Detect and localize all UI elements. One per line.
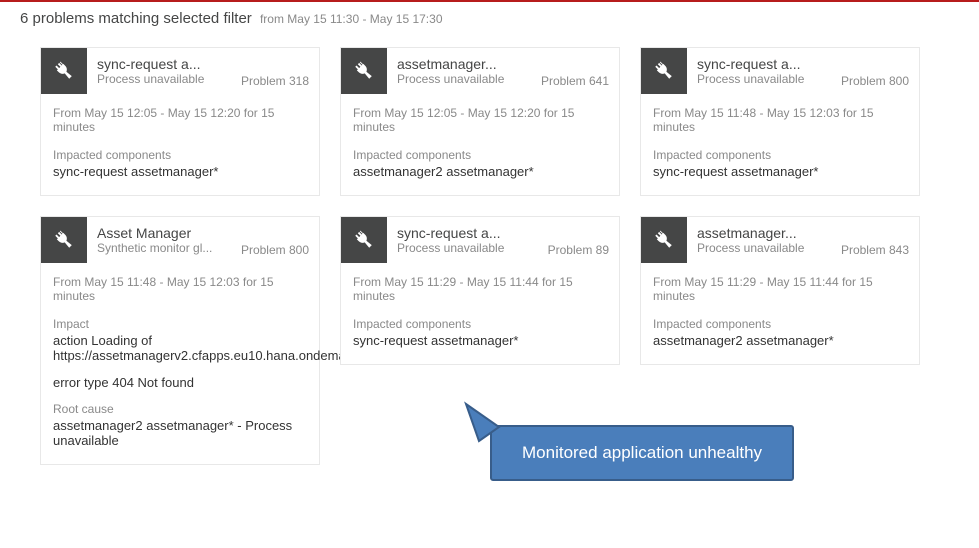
- section-value: error type 404 Not found: [53, 375, 307, 390]
- problem-card[interactable]: sync-request a... Process unavailable Pr…: [40, 47, 320, 196]
- card-body: From May 15 11:29 - May 15 11:44 for 15 …: [641, 263, 919, 364]
- card-header: sync-request a... Process unavailable Pr…: [341, 217, 619, 263]
- problem-number: Problem 800: [841, 74, 909, 88]
- problem-title: sync-request a...: [397, 225, 609, 241]
- plug-icon: [353, 229, 375, 251]
- plug-icon: [653, 229, 675, 251]
- header-timerange: from May 15 11:30 - May 15 17:30: [260, 12, 443, 26]
- section-value: assetmanager2 assetmanager*: [353, 164, 607, 179]
- problem-timerange: From May 15 11:29 - May 15 11:44 for 15 …: [353, 275, 607, 303]
- plug-icon: [53, 60, 75, 82]
- problem-card[interactable]: assetmanager... Process unavailable Prob…: [640, 216, 920, 365]
- section-value: action Loading of https://assetmanagerv2…: [53, 333, 307, 363]
- card-header-text: sync-request a... Process unavailable Pr…: [687, 48, 919, 94]
- card-header: assetmanager... Process unavailable Prob…: [341, 48, 619, 94]
- callout-text: Monitored application unhealthy: [522, 443, 762, 462]
- problem-title: assetmanager...: [397, 56, 609, 72]
- card-header-text: sync-request a... Process unavailable Pr…: [87, 48, 319, 94]
- problem-number: Problem 843: [841, 243, 909, 257]
- problem-timerange: From May 15 11:48 - May 15 12:03 for 15 …: [653, 106, 907, 134]
- section-label: Root cause: [53, 402, 307, 416]
- card-icon-box: [41, 217, 87, 263]
- problem-card[interactable]: sync-request a... Process unavailable Pr…: [640, 47, 920, 196]
- problem-number: Problem 89: [548, 243, 609, 257]
- card-icon-box: [41, 48, 87, 94]
- problem-timerange: From May 15 11:29 - May 15 11:44 for 15 …: [653, 275, 907, 303]
- card-body: From May 15 11:29 - May 15 11:44 for 15 …: [341, 263, 619, 364]
- problem-card[interactable]: assetmanager... Process unavailable Prob…: [340, 47, 620, 196]
- section-value: sync-request assetmanager*: [653, 164, 907, 179]
- section-label: Impacted components: [353, 317, 607, 331]
- problem-number: Problem 318: [241, 74, 309, 88]
- card-body: From May 15 11:48 - May 15 12:03 for 15 …: [641, 94, 919, 195]
- plug-icon: [653, 60, 675, 82]
- card-header-text: assetmanager... Process unavailable Prob…: [687, 217, 919, 263]
- problem-title: sync-request a...: [97, 56, 309, 72]
- section-value: assetmanager2 assetmanager* - Process un…: [53, 418, 307, 448]
- plug-icon: [53, 229, 75, 251]
- problem-number: Problem 800: [241, 243, 309, 257]
- card-header: assetmanager... Process unavailable Prob…: [641, 217, 919, 263]
- problem-number: Problem 641: [541, 74, 609, 88]
- section-value: assetmanager2 assetmanager*: [653, 333, 907, 348]
- card-header: sync-request a... Process unavailable Pr…: [41, 48, 319, 94]
- problem-card[interactable]: Asset Manager Synthetic monitor gl... Pr…: [40, 216, 320, 465]
- page-header: 6 problems matching selected filter from…: [0, 2, 979, 27]
- card-header-text: sync-request a... Process unavailable Pr…: [387, 217, 619, 263]
- card-header-text: assetmanager... Process unavailable Prob…: [387, 48, 619, 94]
- section-label: Impacted components: [653, 317, 907, 331]
- card-header: Asset Manager Synthetic monitor gl... Pr…: [41, 217, 319, 263]
- card-body: From May 15 12:05 - May 15 12:20 for 15 …: [341, 94, 619, 195]
- section-label: Impacted components: [53, 148, 307, 162]
- problem-title: sync-request a...: [697, 56, 909, 72]
- plug-icon: [353, 60, 375, 82]
- card-body: From May 15 12:05 - May 15 12:20 for 15 …: [41, 94, 319, 195]
- card-icon-box: [641, 217, 687, 263]
- problem-title: assetmanager...: [697, 225, 909, 241]
- card-icon-box: [641, 48, 687, 94]
- card-header-text: Asset Manager Synthetic monitor gl... Pr…: [87, 217, 319, 263]
- annotation-callout: Monitored application unhealthy: [490, 425, 794, 481]
- problem-timerange: From May 15 12:05 - May 15 12:20 for 15 …: [53, 106, 307, 134]
- card-header: sync-request a... Process unavailable Pr…: [641, 48, 919, 94]
- section-label: Impacted components: [353, 148, 607, 162]
- card-icon-box: [341, 48, 387, 94]
- section-label: Impact: [53, 317, 307, 331]
- section-value: sync-request assetmanager*: [353, 333, 607, 348]
- problem-title: Asset Manager: [97, 225, 309, 241]
- card-body: From May 15 11:48 - May 15 12:03 for 15 …: [41, 263, 319, 464]
- card-icon-box: [341, 217, 387, 263]
- problem-timerange: From May 15 12:05 - May 15 12:20 for 15 …: [353, 106, 607, 134]
- header-title: 6 problems matching selected filter: [20, 10, 252, 27]
- section-label: Impacted components: [653, 148, 907, 162]
- callout-pointer-icon: [454, 399, 504, 449]
- problem-card[interactable]: sync-request a... Process unavailable Pr…: [340, 216, 620, 365]
- problem-timerange: From May 15 11:48 - May 15 12:03 for 15 …: [53, 275, 307, 303]
- section-value: sync-request assetmanager*: [53, 164, 307, 179]
